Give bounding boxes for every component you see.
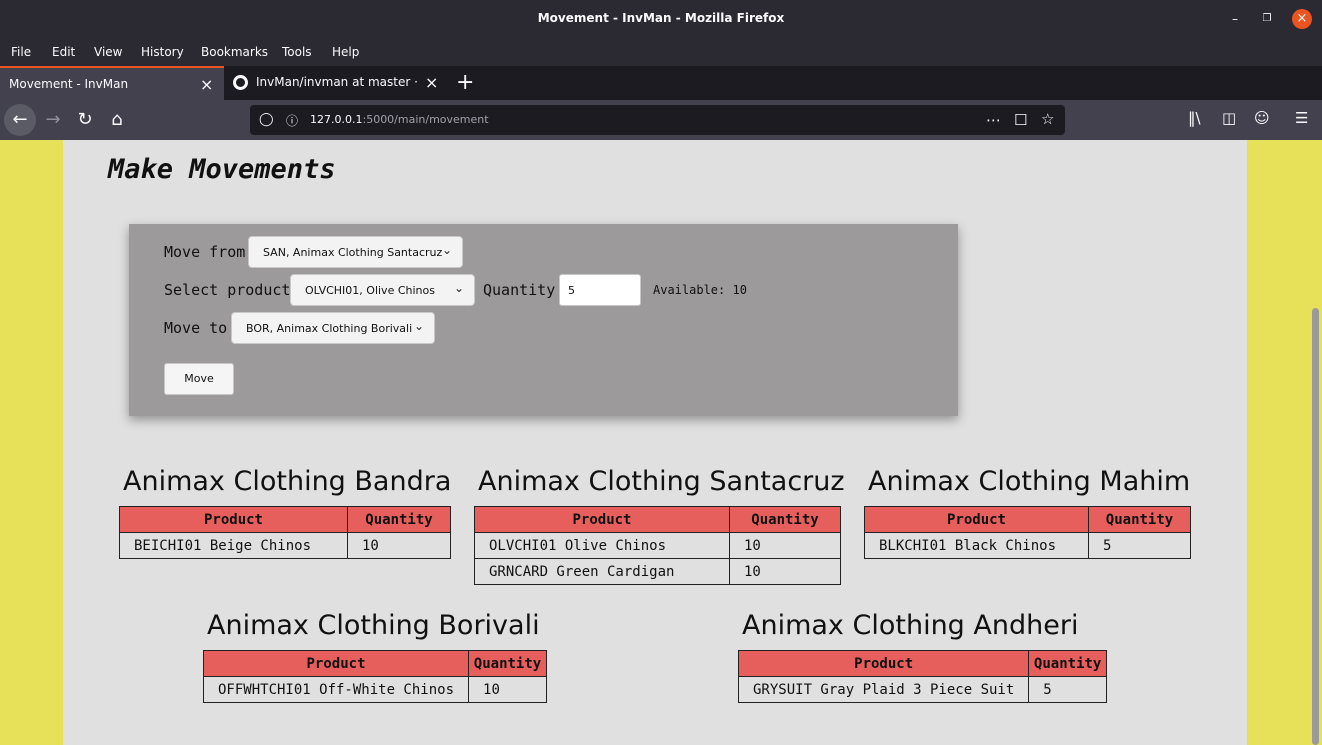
tab-bar: Movement - InvMan × InvMan/invman at mas… — [0, 66, 1322, 100]
menu-tools[interactable]: Tools — [282, 45, 312, 59]
move-from-label: Move from — [164, 243, 246, 261]
location-title-santacruz: Animax Clothing Santacruz — [478, 466, 845, 497]
quantity-cell: 5 — [1088, 532, 1191, 559]
product-cell: OFFWHTCHI01 Off-White Chinos — [202, 676, 470, 703]
scrollbar-thumb[interactable] — [1312, 308, 1319, 745]
bookmark-star-icon[interactable]: ☆ — [1041, 110, 1054, 128]
maximize-icon[interactable]: ❐ — [1257, 9, 1277, 29]
quantity-cell: 10 — [347, 532, 451, 559]
chevron-down-icon: ⌄ — [413, 319, 424, 333]
product-header: Product — [864, 506, 1089, 533]
movement-form: Move from SAN, Animax Clothing Santacruz… — [129, 224, 958, 416]
library-icon[interactable]: ‖\ — [1188, 109, 1201, 127]
home-icon[interactable]: ⌂ — [101, 104, 133, 136]
github-icon — [233, 75, 248, 90]
sidebar-icon[interactable]: ◫ — [1222, 109, 1236, 127]
url-text[interactable]: 127.0.0.1:5000/main/movement — [310, 113, 489, 126]
tab-github[interactable]: InvMan/invman at master · 7zm × — [225, 66, 449, 100]
quantity-cell: 5 — [1028, 676, 1107, 703]
menu-file[interactable]: File — [11, 45, 31, 59]
product-header: Product — [474, 506, 730, 533]
shield-icon[interactable]: ◯ — [259, 112, 274, 127]
quantity-cell: 10 — [468, 676, 547, 703]
reload-icon[interactable]: ↻ — [69, 104, 101, 136]
product-cell: GRNCARD Green Cardigan — [474, 558, 730, 585]
quantity-header: Quantity — [729, 506, 841, 533]
forward-icon[interactable]: → — [37, 104, 69, 136]
url-bar[interactable]: ◯ ⓘ 127.0.0.1:5000/main/movement ⋯ ☐ ☆ — [250, 105, 1065, 135]
location-title-borivali: Animax Clothing Borivali — [207, 610, 540, 641]
menu-bar: File Edit View History Bookmarks Tools H… — [0, 38, 1322, 66]
move-to-label: Move to — [164, 319, 228, 337]
product-cell: GRYSUIT Gray Plaid 3 Piece Suit — [737, 676, 1030, 703]
tab-movement[interactable]: Movement - InvMan × — [0, 66, 224, 100]
product-cell: BEICHI01 Beige Chinos — [119, 532, 348, 559]
new-tab-icon[interactable]: + — [456, 70, 474, 95]
main-content: Make Movements Move from SAN, Animax Clo… — [63, 140, 1247, 745]
back-icon[interactable]: ← — [4, 104, 36, 136]
table-row: GRNCARD Green Cardigan 10 — [474, 558, 841, 585]
quantity-header: Quantity — [468, 650, 547, 677]
quantity-cell: 10 — [729, 532, 841, 559]
product-header: Product — [119, 506, 348, 533]
move-from-value: SAN, Animax Clothing Santacruz — [263, 246, 443, 259]
chevron-down-icon: ⌄ — [453, 281, 464, 295]
page-actions-icon[interactable]: ⋯ — [986, 111, 1001, 129]
menu-edit[interactable]: Edit — [52, 45, 75, 59]
menu-history[interactable]: History — [141, 45, 184, 59]
location-title-mahim: Animax Clothing Mahim — [868, 466, 1191, 497]
product-header: Product — [202, 650, 470, 677]
window-titlebar: Movement - InvMan - Mozilla Firefox – ❐ … — [0, 0, 1322, 38]
quantity-header: Quantity — [1088, 506, 1191, 533]
navigation-toolbar: ← → ↻ ⌂ ◯ ⓘ 127.0.0.1:5000/main/movement… — [0, 100, 1322, 140]
account-icon[interactable]: ☺ — [1254, 109, 1270, 127]
quantity-label: Quantity — [483, 281, 556, 299]
inventory-table-mahim: Product Quantity BLKCHI01 Black Chinos 5 — [864, 506, 1191, 559]
available-text: Available: 10 — [653, 283, 747, 297]
move-to-select[interactable]: BOR, Animax Clothing Borivali ⌄ — [231, 312, 435, 344]
inventory-table-andheri: Product Quantity GRYSUIT Gray Plaid 3 Pie… — [737, 650, 1107, 703]
quantity-cell: 10 — [729, 558, 841, 585]
window-title: Movement - InvMan - Mozilla Firefox — [537, 11, 785, 25]
product-cell: BLKCHI01 Black Chinos — [864, 532, 1089, 559]
tab-label: InvMan/invman at master · 7zm — [256, 75, 421, 89]
info-icon[interactable]: ⓘ — [286, 112, 298, 129]
quantity-header: Quantity — [1028, 650, 1107, 677]
inventory-table-bandra: Product Quantity BEICHI01 Beige Chinos 10 — [119, 506, 451, 559]
table-row: GRYSUIT Gray Plaid 3 Piece Suit 5 — [737, 676, 1107, 703]
page-title: Make Movements — [108, 154, 336, 185]
table-row: BEICHI01 Beige Chinos 10 — [119, 532, 451, 559]
page-viewport: Make Movements Move from SAN, Animax Clo… — [0, 140, 1322, 745]
location-title-andheri: Animax Clothing Andheri — [742, 610, 1079, 641]
move-button[interactable]: Move — [164, 363, 234, 395]
pocket-icon[interactable]: ☐ — [1014, 111, 1027, 129]
product-header: Product — [737, 650, 1030, 677]
inventory-table-borivali: Product Quantity OFFWHTCHI01 Off-White Ch… — [202, 650, 547, 703]
move-from-select[interactable]: SAN, Animax Clothing Santacruz ⌄ — [248, 236, 463, 268]
menu-view[interactable]: View — [94, 45, 122, 59]
close-tab-icon[interactable]: × — [425, 73, 438, 92]
product-value: OLVCHI01, Olive Chinos — [305, 284, 435, 297]
chevron-down-icon: ⌄ — [441, 243, 452, 257]
minimize-icon[interactable]: – — [1225, 9, 1245, 29]
location-title-bandra: Animax Clothing Bandra — [123, 466, 452, 497]
menu-bookmarks[interactable]: Bookmarks — [201, 45, 268, 59]
select-product-label: Select product — [164, 281, 291, 299]
table-row: OLVCHI01 Olive Chinos 10 — [474, 532, 841, 559]
move-to-value: BOR, Animax Clothing Borivali — [246, 322, 413, 335]
product-select[interactable]: OLVCHI01, Olive Chinos ⌄ — [290, 274, 475, 306]
table-row: OFFWHTCHI01 Off-White Chinos 10 — [202, 676, 547, 703]
close-tab-icon[interactable]: × — [200, 75, 213, 94]
menu-help[interactable]: Help — [332, 45, 359, 59]
quantity-input[interactable] — [559, 274, 641, 306]
close-window-icon[interactable]: × — [1292, 9, 1312, 29]
inventory-table-santacruz: Product Quantity OLVCHI01 Olive Chinos 10 … — [474, 506, 841, 585]
hamburger-menu-icon[interactable]: ☰ — [1295, 109, 1308, 127]
product-cell: OLVCHI01 Olive Chinos — [474, 532, 730, 559]
table-row: BLKCHI01 Black Chinos 5 — [864, 532, 1191, 559]
quantity-header: Quantity — [347, 506, 451, 533]
tab-label: Movement - InvMan — [9, 77, 129, 91]
